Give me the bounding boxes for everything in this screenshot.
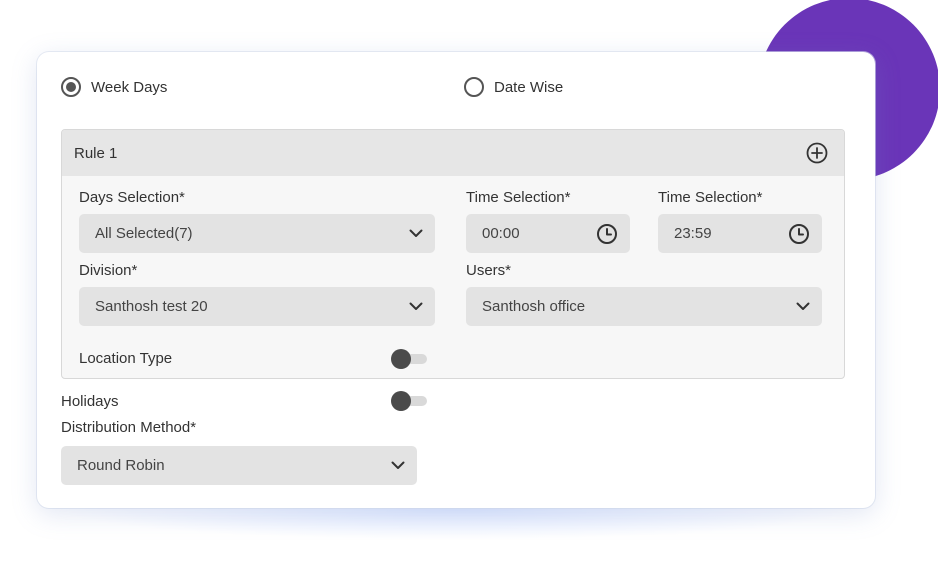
distribution-method-value: Round Robin xyxy=(77,457,165,474)
radio-checked-icon xyxy=(61,77,81,97)
days-selection-dropdown[interactable]: All Selected(7) xyxy=(79,214,435,253)
users-dropdown[interactable]: Santhosh office xyxy=(466,287,822,326)
location-type-label: Location Type xyxy=(79,350,173,367)
time-end-field[interactable]: 23:59 xyxy=(658,214,822,253)
time-end-label: Time Selection* xyxy=(658,189,763,206)
rule-config-card: Week Days Date Wise Rule 1 Days Selectio… xyxy=(37,52,875,508)
rule-panel: Rule 1 Days Selection* All Selected(7) T… xyxy=(61,129,845,379)
toggle-knob xyxy=(391,391,411,411)
time-end-value: 23:59 xyxy=(674,225,712,242)
radio-unchecked-icon xyxy=(464,77,484,97)
distribution-method-label: Distribution Method* xyxy=(61,419,197,436)
users-value: Santhosh office xyxy=(482,298,586,315)
week-days-label: Week Days xyxy=(91,78,168,96)
days-selection-value: All Selected(7) xyxy=(95,225,193,242)
chevron-down-icon xyxy=(409,302,423,310)
division-value: Santhosh test 20 xyxy=(95,298,208,315)
time-start-value: 00:00 xyxy=(482,225,520,242)
holidays-toggle[interactable] xyxy=(391,391,427,411)
division-dropdown[interactable]: Santhosh test 20 xyxy=(79,287,435,326)
toggle-knob xyxy=(391,349,411,369)
date-wise-label: Date Wise xyxy=(494,78,564,96)
days-selection-label: Days Selection* xyxy=(79,189,185,206)
time-start-field[interactable]: 00:00 xyxy=(466,214,630,253)
distribution-method-dropdown[interactable]: Round Robin xyxy=(61,446,417,485)
plus-circle-icon[interactable] xyxy=(806,142,828,164)
chevron-down-icon xyxy=(796,302,810,310)
chevron-down-icon xyxy=(409,229,423,237)
rule-title: Rule 1 xyxy=(74,144,118,162)
week-days-radio[interactable]: Week Days xyxy=(61,77,167,97)
division-label: Division* xyxy=(79,262,138,279)
rule-header: Rule 1 xyxy=(62,130,844,176)
chevron-down-icon xyxy=(391,461,405,469)
location-type-toggle[interactable] xyxy=(391,349,427,369)
clock-icon[interactable] xyxy=(596,223,618,245)
users-label: Users* xyxy=(466,262,512,279)
time-start-label: Time Selection* xyxy=(466,189,571,206)
clock-icon[interactable] xyxy=(788,223,810,245)
holidays-label: Holidays xyxy=(61,393,119,410)
date-wise-radio[interactable]: Date Wise xyxy=(464,77,563,97)
